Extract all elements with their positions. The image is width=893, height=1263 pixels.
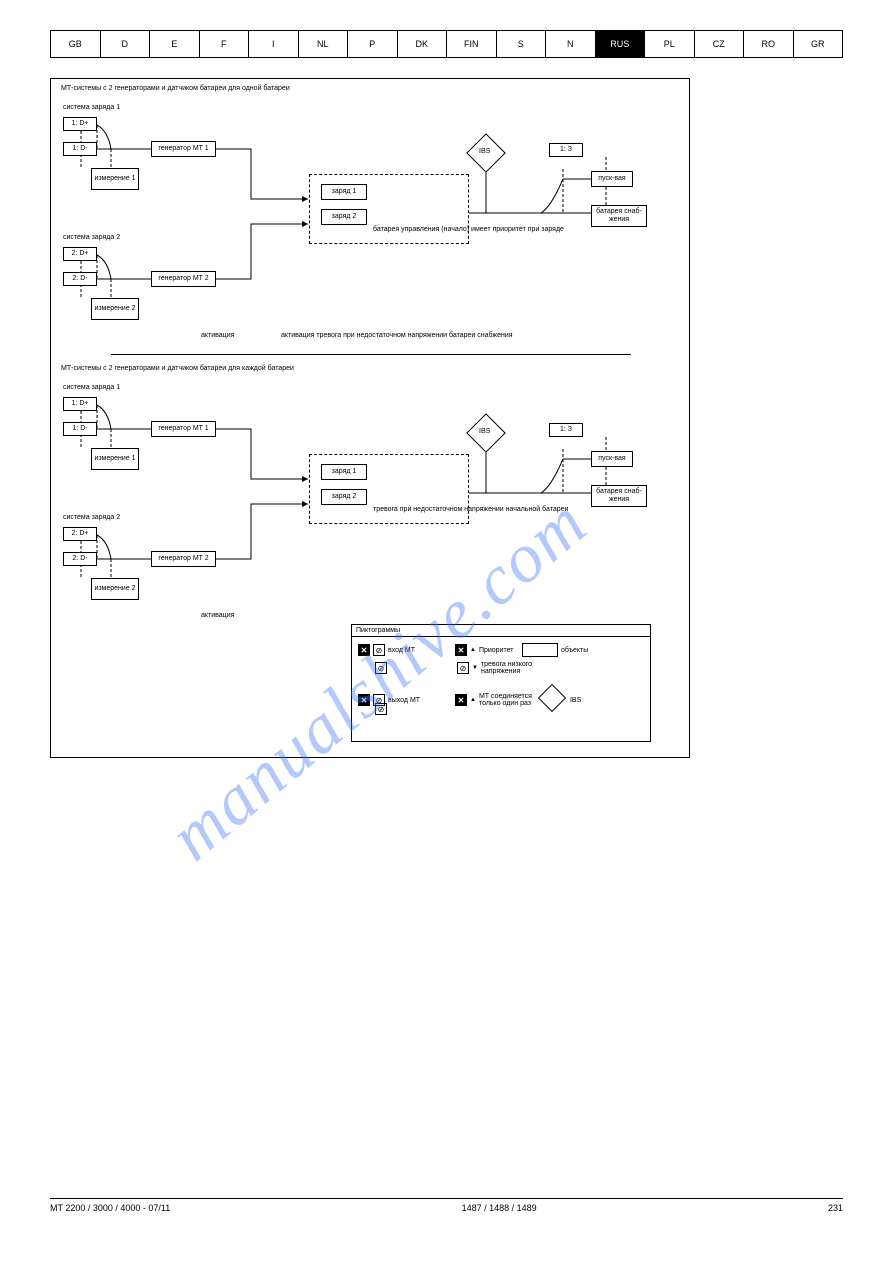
gen1-measure-b: измерение 1 [91,448,139,470]
tab-e[interactable]: E [150,31,200,57]
start-box-bot: пуск-вая [591,451,633,467]
tab-ro[interactable]: RO [744,31,794,57]
gen2-measure-b: измерение 2 [91,578,139,600]
tab-rus[interactable]: RUS [596,31,646,57]
circle-in-icon: ⊘ [373,644,385,656]
legend-objects: объекты [561,647,588,654]
gen2-dplus: 2: D+ [63,247,97,261]
object-box-icon [522,643,558,657]
tab-fin[interactable]: FIN [447,31,497,57]
charge1-short-top: 1: З [549,143,583,157]
gen2-measure: измерение 2 [91,298,139,320]
tab-cz[interactable]: CZ [695,31,745,57]
gen2-dminus: 2: D- [63,272,97,286]
gen2-dminus-b: 2: D- [63,552,97,566]
tab-gr[interactable]: GR [794,31,843,57]
start-box-top: пуск-вая [591,171,633,187]
circle-mid-icon: ⊘ [375,662,387,674]
legend-title: Пиктограммы [352,625,650,637]
tab-n[interactable]: N [546,31,596,57]
diagram-frame: МТ-системы с 2 генераторами и датчиком б… [50,78,690,758]
tab-gb[interactable]: GB [51,31,101,57]
ibs-label-top: IBS [479,148,490,155]
circle-alarm-icon: ⊘ [457,662,469,674]
legend-alarm: тревога низкого напряжения [481,661,551,675]
group1-label-top: система заряда 1 [63,104,120,111]
priority-text-top: батарея управления (начало) имеет приори… [373,226,564,233]
legend-in-label: вход МТ [388,647,448,654]
tab-f[interactable]: F [200,31,250,57]
gen2-dplus-b: 2: D+ [63,527,97,541]
x-in-icon: ✕ [358,644,370,656]
language-tabs: GB D E F I NL P DK FIN S N RUS PL CZ RO … [50,30,843,58]
legend-panel: Пиктограммы ✕ ⊘ вход МТ ✕ ▲ Приоритет об… [351,624,651,742]
charge2-box-top: заряд 2 [321,209,367,225]
supply-batt-bot: батарея снаб-жения [591,485,647,507]
group2-label-bot: система заряда 2 [63,514,120,521]
tab-d[interactable]: D [101,31,151,57]
gen-mt1-b: генератор MT 1 [151,421,216,437]
x-pri-icon: ✕ [455,644,467,656]
gen1-measure: измерение 1 [91,168,139,190]
section-title-top: МТ-системы с 2 генераторами и датчиком б… [61,85,290,92]
tab-nl[interactable]: NL [299,31,349,57]
gen-mt2: генератор MT 2 [151,271,216,287]
tab-dk[interactable]: DK [398,31,448,57]
charge2-box-bot: заряд 2 [321,489,367,505]
section-divider [111,354,631,355]
section-title-bot: МТ-системы с 2 генераторами и датчиком б… [61,365,294,372]
legend-order: Приоритет [479,647,519,654]
group2-label-top: система заряда 2 [63,234,120,241]
divider-note-1: активация [201,332,234,339]
activation-bot: активация [201,612,234,619]
gen-mt2-b: генератор MT 2 [151,551,216,567]
tab-pl[interactable]: PL [645,31,695,57]
tab-i[interactable]: I [249,31,299,57]
footer-product: MT 2200 / 3000 / 4000 - 07/11 [50,1203,170,1213]
footer-page: 231 [828,1203,843,1213]
gen1-dplus: 1: D+ [63,117,97,131]
divider-note-2: активация тревога при недостаточном напр… [281,332,513,339]
tab-s[interactable]: S [497,31,547,57]
supply-batt-top: батарея снаб-жения [591,205,647,227]
gen1-dminus: 1: D- [63,142,97,156]
page-footer: MT 2200 / 3000 / 4000 - 07/11 1487 / 148… [50,1198,843,1213]
tab-p[interactable]: P [348,31,398,57]
charge1-short-bot: 1: З [549,423,583,437]
priority-text-bot: тревога при недостаточном напряжении нач… [373,506,568,513]
gen1-dminus-b: 1: D- [63,422,97,436]
footer-ref: 1487 / 1488 / 1489 [462,1203,537,1213]
ibs-label-bot: IBS [479,428,490,435]
gen1-dplus-b: 1: D+ [63,397,97,411]
group1-label-bot: система заряда 1 [63,384,120,391]
circle-bot-icon: ⊘ [375,703,387,715]
gen-mt1: генератор MT 1 [151,141,216,157]
charge1-box-top: заряд 1 [321,184,367,200]
charge1-box-bot: заряд 1 [321,464,367,480]
